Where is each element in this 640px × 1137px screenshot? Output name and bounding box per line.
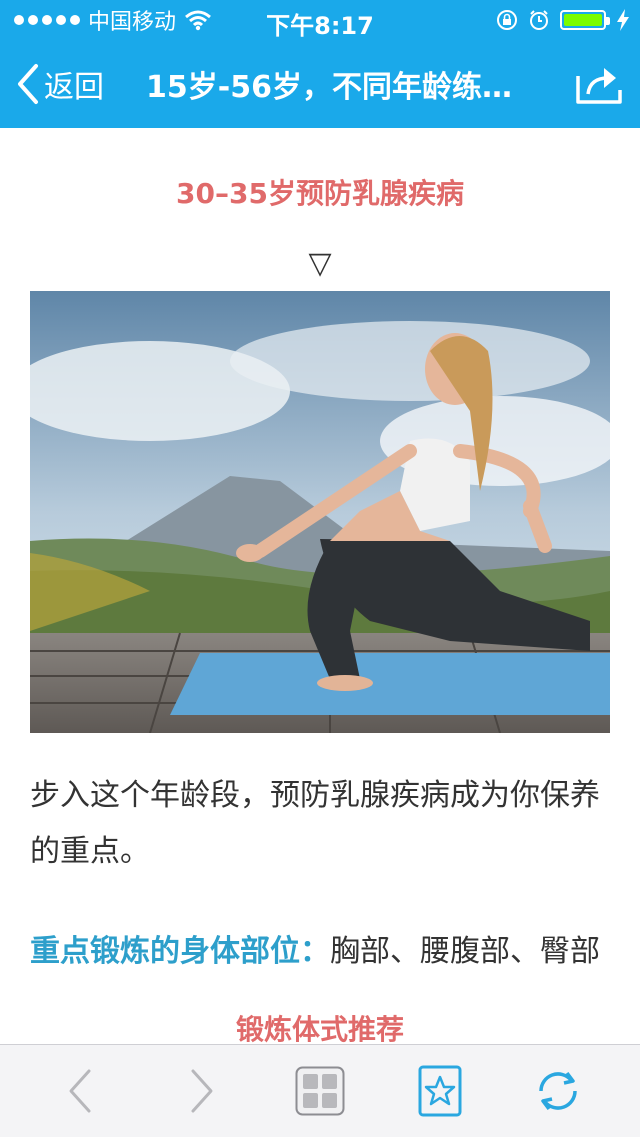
recommend-title: 锻炼体式推荐: [235, 1013, 404, 1044]
alarm-icon: [530, 10, 548, 30]
article-content: 30–35岁预防乳腺疾病 ▽ 步入这个年龄段，预防乳腺疾病成为你保养的重点。 重…: [0, 128, 640, 1044]
navigation-bar: 返回 15岁-56岁，不同年龄练…: [0, 40, 640, 128]
focus-value: 胸部、腰腹部、臀部: [330, 934, 600, 969]
tabs-button[interactable]: [294, 1065, 346, 1117]
page-title: 15岁-56岁，不同年龄练…: [146, 70, 512, 105]
chevron-right-icon: [191, 1069, 213, 1113]
down-triangle-icon: ▽: [308, 246, 332, 281]
back-label: 返回: [44, 70, 104, 105]
browser-forward-button[interactable]: [176, 1065, 228, 1117]
back-button[interactable]: 返回: [14, 58, 104, 110]
chevron-left-icon: [69, 1069, 91, 1113]
bookmark-star-icon: [418, 1065, 462, 1117]
rotation-lock-icon: [497, 10, 517, 30]
refresh-icon: [539, 1071, 577, 1111]
yoga-photo: [30, 291, 610, 733]
focus-body-parts: 重点锻炼的身体部位：胸部、腰腹部、臀部: [30, 926, 630, 970]
chevron-left-icon: [18, 64, 38, 104]
focus-label: 重点锻炼的身体部位：: [30, 934, 330, 969]
charging-icon: [617, 9, 629, 31]
bottom-toolbar: [0, 1044, 640, 1137]
browser-back-button[interactable]: [54, 1065, 106, 1117]
battery-icon: [560, 10, 610, 30]
top-bar: 中国移动 下午8:17 返回 15岁-56岁，不同年龄练…: [0, 0, 640, 128]
share-icon[interactable]: [574, 64, 624, 106]
section-title: 30–35岁预防乳腺疾病: [176, 177, 464, 210]
refresh-button[interactable]: [532, 1065, 584, 1117]
tabs-grid-icon: [295, 1066, 345, 1116]
status-bar: 中国移动 下午8:17: [0, 0, 640, 40]
article-paragraph: 步入这个年龄段，预防乳腺疾病成为你保养的重点。: [30, 778, 600, 869]
bookmark-button[interactable]: [414, 1065, 466, 1117]
status-right: [496, 6, 630, 34]
